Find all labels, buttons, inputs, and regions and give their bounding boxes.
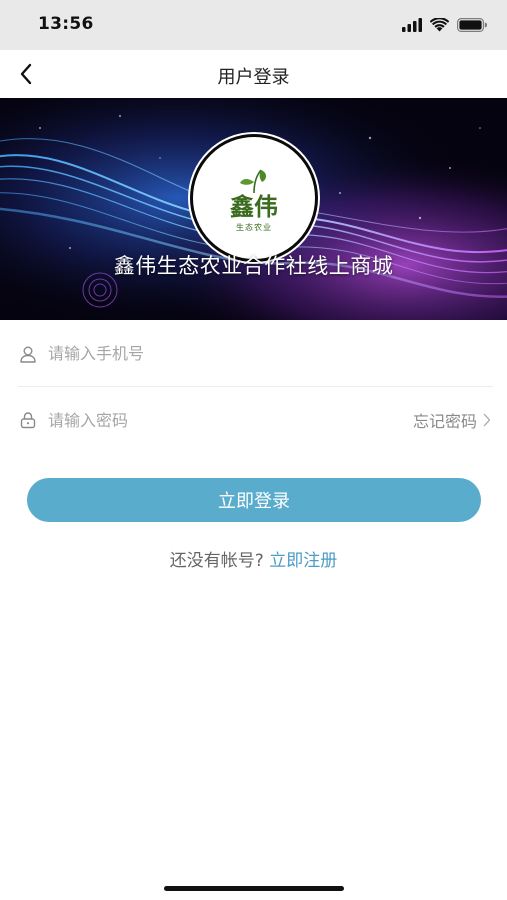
status-icons [402,16,487,34]
phone-field-row [18,321,493,387]
user-icon [18,344,38,364]
chevron-right-icon [483,413,491,427]
banner: 鑫伟 生态农业 鑫伟生态农业合作社线上商城 [0,98,507,320]
phone-input[interactable] [48,344,493,363]
wifi-icon [430,18,449,32]
forgot-password-label: 忘记密码 [412,412,477,431]
logo-text: 鑫伟 [230,191,278,221]
forgot-password-link[interactable]: 忘记密码 [413,408,493,432]
battery-icon [457,18,487,32]
signal-icon [402,18,422,32]
register-prompt: 还没有帐号? [169,551,264,571]
login-button[interactable]: 立即登录 [27,478,481,522]
lock-icon [18,410,38,430]
register-row: 还没有帐号? 立即注册 [0,546,507,571]
logo-subtext: 生态农业 [236,222,272,232]
status-time: 13:56 [38,14,94,34]
password-input[interactable] [48,410,413,430]
tea-leaf-icon [240,168,267,193]
brand-logo: 鑫伟 生态农业 [190,134,318,262]
page-title: 用户登录 [217,67,290,88]
password-field-row: 忘记密码 [18,387,493,453]
nav-bar: 用户登录 [0,50,507,98]
home-indicator [164,886,344,891]
status-bar: 13:56 [0,0,507,50]
register-link[interactable]: 立即注册 [269,551,337,571]
banner-title: 鑫伟生态农业合作社线上商城 [113,254,394,278]
